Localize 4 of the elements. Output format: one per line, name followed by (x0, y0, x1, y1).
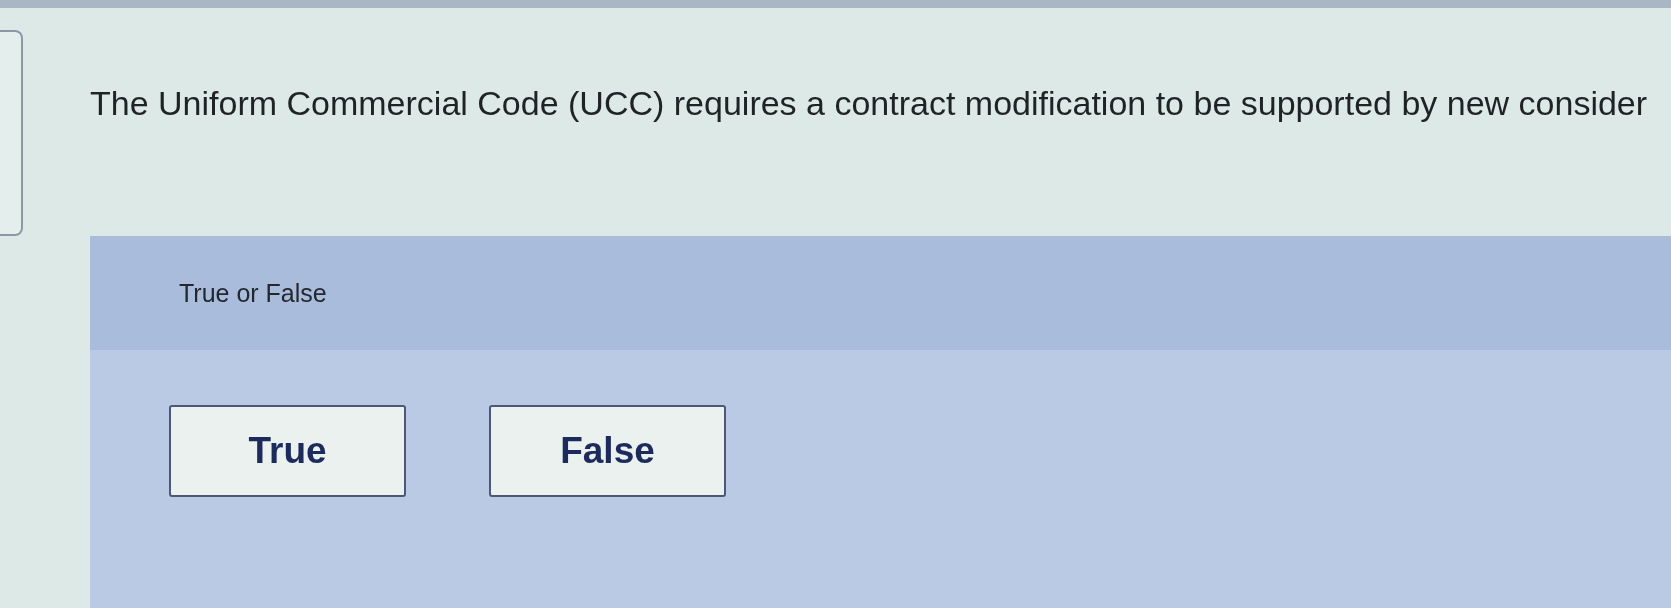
question-text: The Uniform Commercial Code (UCC) requires a contract modification to be supported by new consider (90, 83, 1648, 123)
prompt-text: True or False (179, 278, 327, 308)
answer-button[interactable]: False (489, 405, 726, 497)
answer-button[interactable]: True (169, 405, 406, 497)
